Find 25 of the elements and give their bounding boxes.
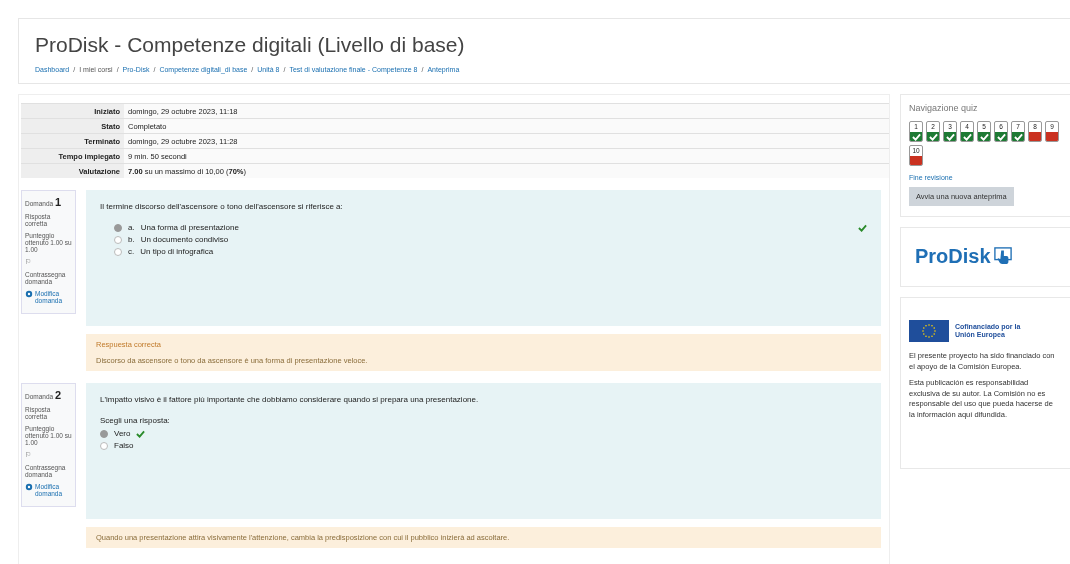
radio-button[interactable] [114,247,122,256]
answer-prompt: Scegli una risposta: [100,416,171,425]
settings-icon[interactable] [25,290,33,298]
logo-text: ProDisk [915,244,991,268]
option-text: Falso [114,441,134,450]
radio-button[interactable] [114,235,122,244]
check-icon [136,429,146,438]
option-letter: c. [128,247,135,256]
radio-button[interactable] [100,441,108,450]
radio-button[interactable] [100,429,108,438]
option-text: Un tipo di infografica [140,247,214,256]
option-text: Un documento condiviso [140,235,229,244]
settings-icon[interactable] [25,483,33,491]
check-icon [858,223,867,232]
option-text: Vero [114,429,131,438]
option-letter: b. [128,235,135,244]
quiz-navigation-title: Navigazione quiz [909,103,979,113]
radio-button[interactable] [114,223,122,232]
eu-flag-icon [909,320,949,342]
pointing-hand-icon [993,247,1012,265]
page-title: ProDisk - Competenze digitali (Livello di base) [35,33,466,57]
question-text: L'impatto visivo è il fattore più importante che dobbiamo considerare quando si prepara una presentazione. [100,395,480,404]
option-text: Una forma di presentazione [140,223,239,232]
question-text: Il termine discorso dell'ascensore o tono dell'ascensore si riferisce a: [100,202,344,211]
option-letter: a. [128,223,135,232]
